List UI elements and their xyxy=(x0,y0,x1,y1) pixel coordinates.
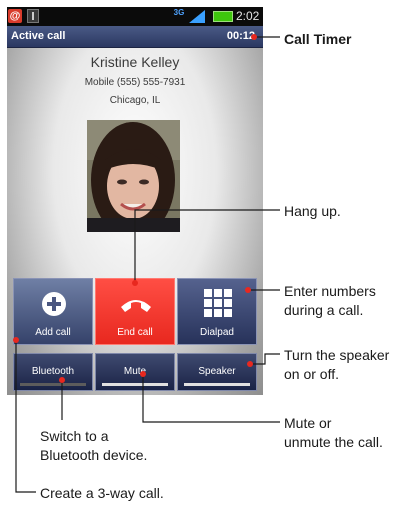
caller-name: Kristine Kelley xyxy=(90,54,180,70)
status-clock: 2:02 xyxy=(236,9,260,23)
signal-icon xyxy=(188,9,206,23)
status-bar: @ 3G 2:02 xyxy=(7,7,263,26)
speaker-state-bar xyxy=(184,383,250,386)
mute-caption-line2: unmute the call. xyxy=(284,434,383,450)
call-timer-caption: Call Timer xyxy=(284,31,352,47)
add-icon xyxy=(42,292,66,316)
speaker-button[interactable]: Speaker xyxy=(177,353,257,391)
bluetooth-caption-line2: Bluetooth device. xyxy=(40,447,148,463)
caller-number: Mobile (555) 555-7931 xyxy=(84,77,186,88)
dialpad-caption-line1: Enter numbers xyxy=(284,283,376,299)
gmail-icon: @ xyxy=(8,9,22,23)
hang-up-caption: Hang up. xyxy=(284,203,341,219)
end-call-label: End call xyxy=(117,327,153,338)
3g-icon: 3G xyxy=(173,8,185,17)
caller-location: Chicago, IL xyxy=(109,95,161,106)
caller-photo xyxy=(87,120,180,232)
bluetooth-caption-line1: Switch to a xyxy=(40,428,109,444)
end-call-button[interactable]: End call xyxy=(95,278,175,345)
battery-icon xyxy=(213,11,233,22)
call-status: Active call xyxy=(11,30,66,42)
dialpad-button[interactable]: Dialpad xyxy=(177,278,257,345)
bluetooth-label: Bluetooth xyxy=(31,366,75,377)
dialpad-icon xyxy=(204,289,232,317)
speaker-caption-line2: on or off. xyxy=(284,366,340,382)
dialpad-label: Dialpad xyxy=(200,327,234,338)
add-call-caption: Create a 3-way call. xyxy=(40,485,164,501)
mute-caption-line1: Mute or xyxy=(284,415,332,431)
mute-label: Mute xyxy=(123,366,147,377)
speaker-label: Speaker xyxy=(198,366,236,377)
mute-button[interactable]: Mute xyxy=(95,353,175,391)
mute-state-bar xyxy=(102,383,168,386)
call-header: Active call 00:12 xyxy=(7,26,263,48)
bluetooth-state-bar xyxy=(20,383,86,386)
speaker-caption-line1: Turn the speaker xyxy=(284,347,390,363)
call-timer: 00:12 xyxy=(226,30,255,42)
bluetooth-button[interactable]: Bluetooth xyxy=(13,353,93,391)
dialpad-caption-line2: during a call. xyxy=(284,302,364,318)
add-call-button[interactable]: Add call xyxy=(13,278,93,345)
phone-screen: @ 3G 2:02 Active call 00:12 Kristine Kel… xyxy=(7,7,263,395)
usb-icon xyxy=(27,9,39,23)
hang-up-icon xyxy=(121,300,151,312)
add-call-label: Add call xyxy=(35,327,71,338)
